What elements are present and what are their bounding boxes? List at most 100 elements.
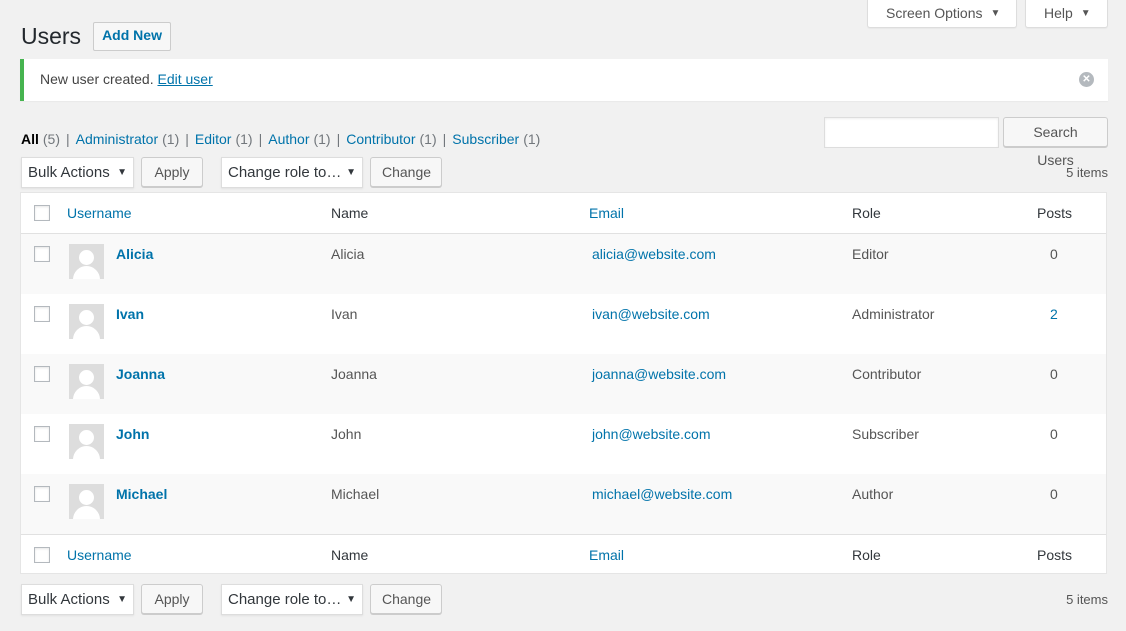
select-all-checkbox[interactable] xyxy=(34,205,50,221)
row-checkbox[interactable] xyxy=(34,246,50,262)
user-name: Ivan xyxy=(331,306,358,322)
view-subscriber[interactable]: Subscriber (1) xyxy=(452,131,540,147)
caret-down-icon: ▼ xyxy=(346,594,356,605)
page-title: Users xyxy=(21,22,82,49)
table-row: Ivan Ivan ivan@website.com Administrator… xyxy=(21,294,1106,354)
bulk-actions-select[interactable]: Bulk Actions ▼ xyxy=(21,584,134,615)
change-role-label: Change role to… xyxy=(228,164,342,181)
view-contributor[interactable]: Contributor (1) xyxy=(346,131,436,147)
caret-down-icon: ▼ xyxy=(346,167,356,178)
bulk-actions-label: Bulk Actions xyxy=(28,164,110,181)
view-author[interactable]: Author (1) xyxy=(268,131,330,147)
user-email-link[interactable]: ivan@website.com xyxy=(592,306,710,322)
user-role: Author xyxy=(852,486,894,502)
tablenav-top: Bulk Actions ▼ Apply Change role to… ▼ C… xyxy=(21,157,1108,189)
default-avatar-icon xyxy=(69,244,104,279)
default-avatar-icon xyxy=(69,304,104,339)
table-row: John John john@website.com Subscriber 0 xyxy=(21,414,1106,474)
table-row: Michael Michael michael@website.com Auth… xyxy=(21,474,1106,534)
column-email[interactable]: Email xyxy=(589,547,624,563)
separator: | xyxy=(258,131,263,147)
view-count: (1) xyxy=(162,131,180,147)
apply-button[interactable]: Apply xyxy=(141,157,203,187)
row-checkbox[interactable] xyxy=(34,426,50,442)
username-link[interactable]: Michael xyxy=(116,486,167,502)
apply-button[interactable]: Apply xyxy=(141,584,203,614)
screen-options-button[interactable]: Screen Options ▼ xyxy=(867,0,1017,28)
username-link[interactable]: John xyxy=(116,426,149,442)
user-role: Contributor xyxy=(852,366,922,382)
items-count: 5 items xyxy=(1066,165,1108,180)
user-email-link[interactable]: michael@website.com xyxy=(592,486,732,502)
view-label: Author xyxy=(268,131,310,147)
table-row: Alicia Alicia alicia@website.com Editor … xyxy=(21,234,1106,294)
change-role-select[interactable]: Change role to… ▼ xyxy=(221,584,363,615)
row-checkbox[interactable] xyxy=(34,306,50,322)
help-label: Help xyxy=(1044,5,1073,21)
caret-down-icon: ▼ xyxy=(1080,8,1091,19)
notice-text: New user created. xyxy=(40,71,154,87)
view-editor[interactable]: Editor (1) xyxy=(195,131,253,147)
table-footer: Username Name Email Role Posts xyxy=(21,534,1106,575)
column-username[interactable]: Username xyxy=(67,205,132,221)
bulk-actions-select[interactable]: Bulk Actions ▼ xyxy=(21,157,134,188)
column-name: Name xyxy=(331,205,369,221)
items-count: 5 items xyxy=(1066,592,1108,607)
screen-meta-links: Screen Options ▼ Help ▼ xyxy=(867,0,1108,28)
column-email[interactable]: Email xyxy=(589,205,624,221)
change-button[interactable]: Change xyxy=(370,584,442,614)
view-label: Subscriber xyxy=(452,131,520,147)
user-email-link[interactable]: john@website.com xyxy=(592,426,711,442)
view-label: Editor xyxy=(194,131,232,147)
user-posts-link[interactable]: 2 xyxy=(1050,306,1058,322)
page-heading: Users Add New xyxy=(21,20,171,51)
view-count: (1) xyxy=(235,131,253,147)
caret-down-icon: ▼ xyxy=(990,8,1001,19)
user-name: John xyxy=(331,426,362,442)
user-role-filter: All (5) | Administrator (1) | Editor (1)… xyxy=(21,131,540,147)
column-posts: Posts xyxy=(1037,547,1073,563)
row-checkbox[interactable] xyxy=(34,366,50,382)
column-posts: Posts xyxy=(1037,205,1073,221)
view-label: All xyxy=(21,131,39,147)
separator: | xyxy=(185,131,189,147)
edit-user-link[interactable]: Edit user xyxy=(158,71,213,87)
change-button[interactable]: Change xyxy=(370,157,442,187)
separator: | xyxy=(336,131,341,147)
user-email-link[interactable]: alicia@website.com xyxy=(592,246,716,262)
separator: | xyxy=(66,131,70,147)
separator: | xyxy=(442,131,447,147)
change-role-label: Change role to… xyxy=(228,591,342,608)
row-checkbox[interactable] xyxy=(34,486,50,502)
username-link[interactable]: Joanna xyxy=(116,366,165,382)
table-header: Username Name Email Role Posts xyxy=(21,193,1106,234)
add-new-button[interactable]: Add New xyxy=(93,22,171,51)
help-button[interactable]: Help ▼ xyxy=(1025,0,1108,28)
caret-down-icon: ▼ xyxy=(117,594,127,605)
user-name: Alicia xyxy=(331,246,365,262)
table-row: Joanna Joanna joanna@website.com Contrib… xyxy=(21,354,1106,414)
username-link[interactable]: Ivan xyxy=(116,306,144,322)
screen-options-label: Screen Options xyxy=(886,5,983,21)
select-all-checkbox[interactable] xyxy=(34,547,50,563)
search-input[interactable] xyxy=(824,117,999,148)
user-role: Editor xyxy=(852,246,889,262)
user-posts: 0 xyxy=(1050,426,1058,442)
users-table: Username Name Email Role Posts Alicia Al… xyxy=(20,192,1107,574)
change-role-select[interactable]: Change role to… ▼ xyxy=(221,157,363,188)
view-label: Contributor xyxy=(346,131,416,147)
search-users-button[interactable]: Search Users xyxy=(1003,117,1108,168)
view-count: (5) xyxy=(42,131,61,147)
view-count: (1) xyxy=(313,131,331,147)
column-username[interactable]: Username xyxy=(67,547,132,563)
user-role: Subscriber xyxy=(852,426,919,442)
success-notice: New user created. Edit user ✕ xyxy=(20,59,1108,101)
username-link[interactable]: Alicia xyxy=(116,246,153,262)
view-administrator[interactable]: Administrator (1) xyxy=(76,131,180,147)
default-avatar-icon xyxy=(69,484,104,519)
dismiss-icon[interactable]: ✕ xyxy=(1079,72,1094,87)
user-email-link[interactable]: joanna@website.com xyxy=(592,366,726,382)
user-posts: 0 xyxy=(1050,366,1058,382)
view-all[interactable]: All (5) xyxy=(21,131,60,147)
column-role: Role xyxy=(852,205,881,221)
